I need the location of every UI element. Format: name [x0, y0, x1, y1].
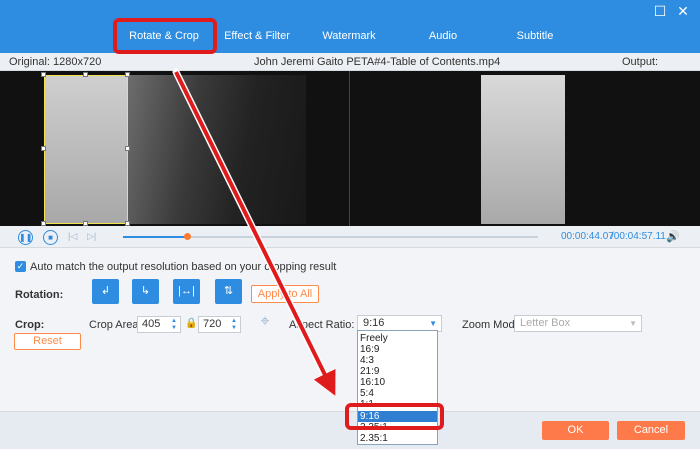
dropdown-option[interactable]: 2.35:1	[358, 433, 437, 444]
chevron-down-icon: ▼	[629, 319, 637, 328]
dropdown-option[interactable]: 16:10	[358, 377, 437, 388]
aspect-ratio-label: Aspect Ratio:	[289, 319, 355, 331]
aspect-ratio-value: 9:16	[363, 317, 385, 329]
chevron-down-icon: ▼	[429, 319, 437, 328]
dropdown-option[interactable]: 4:3	[358, 355, 437, 366]
progress-track[interactable]	[123, 233, 538, 240]
auto-match-label: Auto match the output resolution based o…	[30, 261, 337, 273]
preview-divider	[349, 71, 350, 226]
restore-icon[interactable]: ☐	[653, 4, 667, 18]
next-frame-icon[interactable]: ▷|	[87, 231, 96, 242]
tab-effect-filter[interactable]: Effect & Filter	[220, 26, 294, 46]
original-resolution: Original: 1280x720	[9, 56, 102, 68]
lock-icon[interactable]: 🔒	[185, 318, 197, 329]
decrement-icon[interactable]: ▼	[230, 325, 238, 332]
crop-handle[interactable]	[41, 72, 46, 77]
decrement-icon[interactable]: ▼	[170, 325, 178, 332]
total-time: /00:04:57.11	[611, 231, 666, 242]
crop-label: Crop:	[15, 319, 45, 331]
increment-icon[interactable]: ▲	[230, 318, 238, 325]
title-bar: ☐ ✕ Rotate & Crop Effect & Filter Waterm…	[0, 0, 700, 53]
settings-panel: ✓ Auto match the output resolution based…	[0, 248, 700, 411]
crop-handle[interactable]	[41, 146, 46, 151]
preview-area	[0, 71, 700, 226]
crop-height-input[interactable]: 720 ▲ ▼	[198, 316, 241, 333]
output-video-frame	[481, 75, 565, 224]
tab-subtitle[interactable]: Subtitle	[512, 26, 558, 46]
file-name: John Jeremi Gaito PETA#4-Table of Conten…	[254, 56, 501, 68]
dropdown-option[interactable]: 5:4	[358, 388, 437, 399]
crop-handle[interactable]	[83, 72, 88, 77]
crop-width-input[interactable]: 405 ▲ ▼	[137, 316, 181, 333]
crop-height-value: 720	[203, 318, 222, 330]
crop-handle[interactable]	[125, 72, 130, 77]
info-bar: Original: 1280x720 John Jeremi Gaito PET…	[0, 53, 700, 86]
pause-icon[interactable]: ❚❚	[18, 230, 33, 245]
dropdown-option[interactable]: 16:9	[358, 344, 437, 355]
crop-area-label: Crop Area:	[89, 319, 142, 331]
crop-width-value: 405	[142, 318, 161, 330]
playback-bar: ❚❚ ■ |◁ ▷| 00:00:44.07 /00:04:57.11 🔊	[0, 226, 700, 248]
crop-rectangle[interactable]	[44, 75, 128, 224]
progress-knob[interactable]	[183, 233, 191, 240]
flip-vertical-icon[interactable]: ⇅	[215, 279, 242, 304]
volume-icon[interactable]: 🔊	[666, 230, 680, 243]
stop-icon[interactable]: ■	[43, 230, 58, 245]
reset-button[interactable]: Reset	[14, 333, 81, 350]
tab-audio[interactable]: Audio	[420, 26, 466, 46]
zoom-mode-value: Letter Box	[520, 317, 571, 329]
auto-match-checkbox[interactable]: ✓	[15, 261, 26, 272]
ok-button[interactable]: OK	[542, 421, 609, 440]
rotation-label: Rotation:	[15, 289, 64, 301]
highlight-rotate-crop-tab	[113, 18, 217, 54]
center-crop-icon[interactable]: ⌖	[255, 312, 275, 332]
crop-handle[interactable]	[125, 146, 130, 151]
rotate-left-icon[interactable]: ↲	[92, 279, 119, 304]
tab-watermark[interactable]: Watermark	[318, 26, 380, 46]
highlight-aspect-option	[345, 403, 444, 430]
close-icon[interactable]: ✕	[676, 4, 690, 18]
previous-frame-icon[interactable]: |◁	[68, 231, 77, 242]
dropdown-option[interactable]: 21:9	[358, 366, 437, 377]
zoom-mode-select: Letter Box ▼	[514, 315, 642, 332]
increment-icon[interactable]: ▲	[170, 318, 178, 325]
progress-fill	[123, 236, 187, 238]
rotate-right-icon[interactable]: ↳	[132, 279, 159, 304]
dropdown-option[interactable]: Freely	[358, 333, 437, 344]
current-time: 00:00:44.07	[561, 231, 614, 242]
apply-to-all-button[interactable]: Apply to All	[251, 285, 319, 303]
flip-horizontal-icon[interactable]: |↔|	[173, 279, 200, 304]
cancel-button[interactable]: Cancel	[617, 421, 685, 440]
